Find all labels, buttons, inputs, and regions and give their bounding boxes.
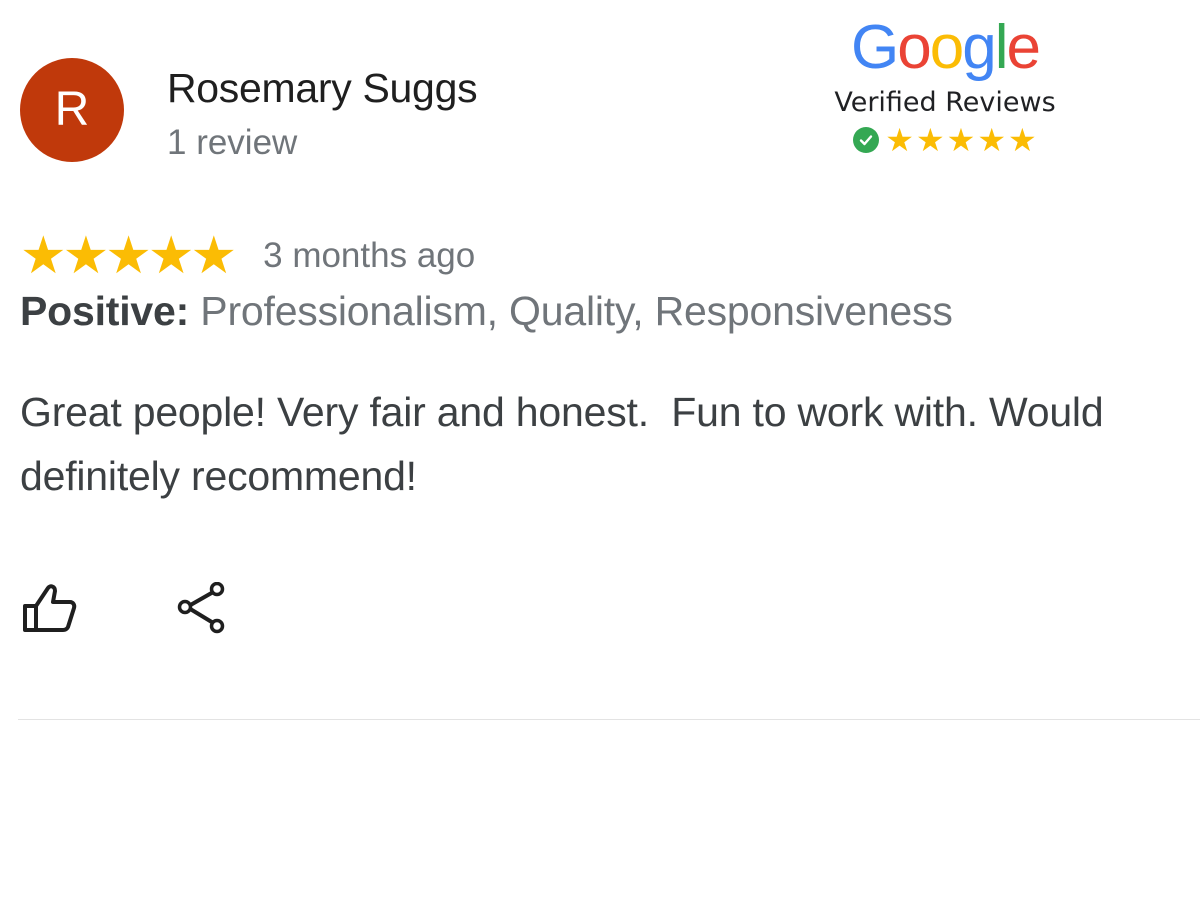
review-count[interactable]: 1 review bbox=[167, 121, 297, 165]
star-icon: ★ bbox=[105, 226, 152, 286]
google-logo: Google bbox=[800, 10, 1090, 86]
google-logo-letter: o bbox=[897, 13, 932, 82]
star-icon: ★ bbox=[190, 226, 238, 286]
positive-attributes: Positive: Professionalism, Quality, Resp… bbox=[20, 285, 953, 337]
google-logo-letter: o bbox=[929, 13, 965, 82]
google-logo-letter: G bbox=[851, 13, 899, 82]
google-logo-letter: e bbox=[1006, 13, 1041, 82]
badge-rating: ★ ★ ★ ★ ★ bbox=[800, 124, 1090, 156]
avatar-initial: R bbox=[54, 83, 90, 136]
star-icon: ★ bbox=[62, 226, 110, 286]
google-logo-letter: g bbox=[962, 13, 997, 82]
positive-label: Positive: bbox=[20, 288, 190, 334]
google-verified-badge: Google Verified Reviews ★ ★ ★ ★ ★ bbox=[800, 10, 1090, 156]
review-date: 3 months ago bbox=[263, 236, 476, 275]
review-text: Great people! Very fair and honest. Fun … bbox=[20, 389, 1115, 499]
star-icon: ★ bbox=[946, 121, 976, 159]
star-icon: ★ bbox=[20, 226, 67, 286]
star-icon: ★ bbox=[885, 121, 914, 159]
star-icon: ★ bbox=[977, 121, 1007, 159]
positive-values: Professionalism, Quality, Responsiveness bbox=[200, 288, 953, 334]
star-icon: ★ bbox=[1008, 121, 1037, 159]
divider bbox=[18, 719, 1200, 720]
google-logo-letter: l bbox=[994, 13, 1009, 82]
review-stars: ★ ★ ★ ★ ★ bbox=[20, 226, 237, 286]
reviewer-name[interactable]: Rosemary Suggs bbox=[167, 64, 478, 112]
check-circle-icon bbox=[853, 127, 880, 153]
star-icon: ★ bbox=[147, 226, 195, 286]
verified-reviews-label: Verified Reviews bbox=[834, 87, 1056, 118]
thumbs-up-icon[interactable] bbox=[22, 582, 78, 634]
review-rating-row: ★ ★ ★ ★ ★ 3 months ago bbox=[20, 228, 475, 284]
star-icon: ★ bbox=[915, 121, 945, 159]
share-icon[interactable] bbox=[177, 582, 227, 634]
avatar[interactable]: R bbox=[20, 58, 124, 162]
